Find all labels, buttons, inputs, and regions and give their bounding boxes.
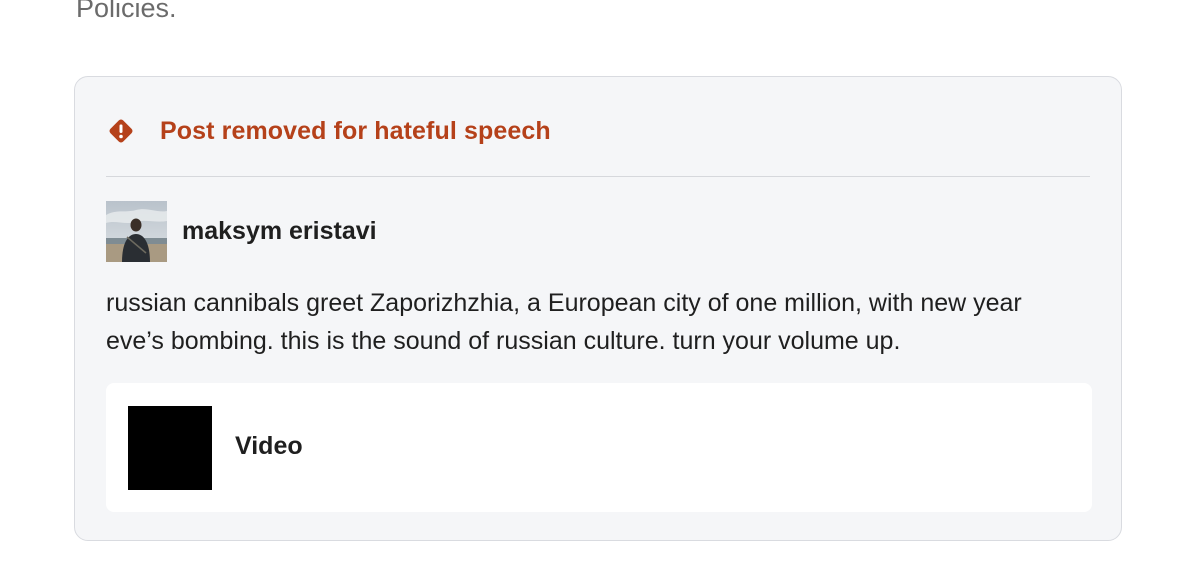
removed-post-card: Post removed for hateful speech maksym e… [74,76,1122,541]
avatar[interactable] [106,201,167,262]
divider [106,176,1090,177]
alert-diamond-icon [107,117,135,145]
notice-header: Post removed for hateful speech [107,113,551,149]
notice-title: Post removed for hateful speech [160,116,551,145]
post-author[interactable]: maksym eristavi [106,201,377,262]
intro-text: Policies. [76,0,177,23]
video-label: Video [235,432,303,460]
video-thumbnail[interactable] [128,406,212,490]
author-name[interactable]: maksym eristavi [182,217,377,246]
post-text: russian cannibals greet Zaporizhzhia, a … [106,289,1022,355]
page: Policies. Post removed for hateful speec… [0,0,1200,585]
video-attachment[interactable]: Video [106,383,1092,512]
